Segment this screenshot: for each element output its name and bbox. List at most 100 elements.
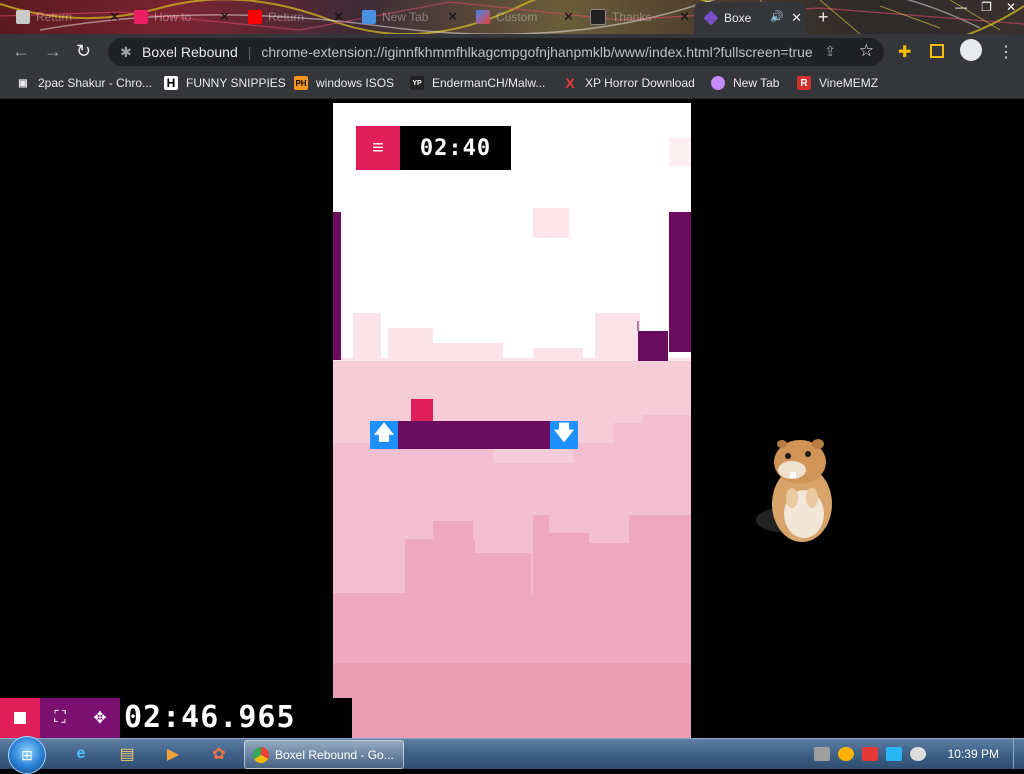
youtube-icon [248, 10, 262, 24]
taskbar-chrome-button[interactable]: Boxel Rebound - Go... [244, 740, 404, 769]
show-desktop-button[interactable] [1013, 739, 1024, 769]
x-icon: X [565, 75, 575, 91]
close-icon[interactable]: ✕ [109, 9, 120, 25]
bookmark-new-tab[interactable]: New Tab [711, 76, 779, 90]
profile-avatar-icon[interactable] [960, 39, 982, 61]
menu-button[interactable]: ≡ [356, 126, 400, 170]
tab-favicon-icon [590, 9, 606, 25]
stop-icon [14, 712, 26, 724]
speedrun-timer-bar: ⛶ ✥ 02:46.965 [0, 698, 352, 738]
tab-return-1[interactable]: Return ✕ [16, 6, 124, 28]
bookmark-label: windows ISOS [316, 76, 395, 90]
tab-label: Boxe [724, 11, 752, 25]
moving-platform [370, 421, 578, 449]
file-explorer-icon[interactable]: ▤ [114, 742, 140, 766]
tab-thanks[interactable]: Thanks ✕ [590, 6, 694, 28]
bookmark-windows-isos[interactable]: PH windows ISOS [294, 76, 394, 90]
forward-arrow-icon[interactable]: → [44, 42, 62, 60]
tray-app-icon[interactable] [813, 747, 830, 761]
tab-how-to[interactable]: How to ✕ [134, 6, 234, 28]
cloud [669, 138, 691, 166]
network-icon[interactable] [885, 747, 902, 761]
tab-favicon-icon [362, 10, 376, 24]
exit-fullscreen-button[interactable]: ✥ [80, 698, 120, 738]
close-icon[interactable]: ✕ [219, 9, 230, 25]
close-icon[interactable]: ✕ [679, 9, 690, 25]
system-tray: 10:39 PM [810, 739, 1024, 769]
tab-label: Custom [496, 10, 538, 24]
tab-label: How to [154, 10, 192, 24]
bookmark-xp-horror[interactable]: X XP Horror Download [563, 75, 695, 91]
reload-icon[interactable]: ↻ [76, 42, 91, 60]
game-canvas[interactable]: ≡ 02:40 🡅 🡇 [333, 103, 691, 738]
close-icon[interactable]: ✕ [333, 9, 344, 25]
globe-icon [711, 76, 725, 90]
exit-fullscreen-icon: ✥ [93, 710, 107, 727]
extension-puzzle-icon: ✱ [120, 44, 132, 60]
address-bar[interactable]: ✱ Boxel Rebound | chrome-extension://igi… [108, 38, 884, 66]
ph-icon: PH [294, 76, 308, 90]
back-arrow-icon[interactable]: ← [12, 42, 30, 60]
bookmark-funny-snippies[interactable]: H FUNNY SNIPPIES [164, 76, 286, 90]
minimize-icon[interactable]: — [955, 0, 967, 14]
tab-label: Return [36, 10, 73, 24]
bookmark-endermanch[interactable]: YP EndermanCH/Malw... [410, 76, 545, 90]
bookmarks-bar: ▣ 2pac Shakur - Chro... H FUNNY SNIPPIES… [0, 70, 1024, 99]
clock[interactable]: 10:39 PM [948, 747, 999, 761]
tab-boxel-rebound[interactable]: Boxe 🔊 ✕ [694, 2, 806, 34]
url-text[interactable]: chrome-extension://iginnfkhmmfhlkagcmpgo… [261, 44, 812, 60]
close-icon[interactable]: ✕ [563, 9, 574, 25]
search-icon[interactable] [837, 747, 854, 761]
tab-new-tab[interactable]: New Tab ✕ [362, 6, 462, 28]
bookmark-vinememz[interactable]: R VineMEMZ [797, 76, 878, 90]
window-controls: — ❐ ✕ [955, 0, 1016, 14]
flag-icon[interactable] [861, 747, 878, 761]
right-wall [669, 212, 691, 352]
tab-favicon-icon [16, 10, 30, 24]
hamster-image [756, 439, 832, 542]
ground [333, 663, 691, 738]
start-button[interactable]: ⊞ [8, 736, 46, 774]
taskbar: ⊞ e ▤ ▶ ✿ Boxel Rebound - Go... 10:39 PM [0, 736, 1024, 774]
tab-custom[interactable]: Custom ✕ [476, 6, 578, 28]
tab-label: Thanks [612, 10, 652, 24]
tab-label: Return [268, 10, 305, 24]
yp-icon: YP [410, 76, 424, 90]
more-menu-icon[interactable]: ⋮ [998, 42, 1014, 62]
share-icon[interactable]: ⇪ [824, 43, 836, 60]
speaker-icon[interactable]: 🔊 [770, 10, 784, 23]
speedrun-time: 02:46.965 [124, 700, 296, 735]
close-icon[interactable]: ✕ [791, 10, 802, 26]
address-separator: | [247, 44, 252, 60]
internet-explorer-icon[interactable]: e [68, 742, 94, 766]
bookmark-label: EndermanCH/Malw... [432, 76, 546, 90]
bookmark-label: FUNNY SNIPPIES [186, 76, 286, 90]
windows-logo-icon: ⊞ [21, 746, 33, 763]
close-icon[interactable]: ✕ [447, 9, 458, 25]
h-icon: H [164, 76, 178, 90]
maximize-icon[interactable]: ❐ [981, 0, 992, 14]
app-icon[interactable]: ✿ [206, 742, 232, 766]
bookmark-2pac[interactable]: ▣ 2pac Shakur - Chro... [16, 76, 152, 90]
arrow-up-icon[interactable]: 🡅 [370, 421, 398, 449]
bookmark-label: VineMEMZ [819, 76, 879, 90]
tab-strip: Return ✕ How to ✕ Return ✕ New Tab ✕ Cus… [0, 0, 1024, 34]
tab-return-2[interactable]: Return ✕ [248, 6, 348, 28]
close-window-icon[interactable]: ✕ [1006, 0, 1016, 14]
bookmark-star-icon[interactable]: ☆ [859, 41, 874, 61]
side-panel-icon[interactable] [930, 44, 944, 58]
volume-icon[interactable] [909, 747, 926, 761]
bookmark-label: XP Horror Download [585, 76, 695, 90]
fullscreen-button[interactable]: ⛶ [40, 698, 80, 738]
media-player-icon[interactable]: ▶ [160, 742, 186, 766]
chrome-icon [253, 746, 269, 763]
cloud [533, 208, 569, 238]
r-icon: R [797, 76, 811, 90]
extensions-puzzle-icon[interactable]: ✚ [898, 42, 911, 62]
arrow-down-icon[interactable]: 🡇 [550, 421, 578, 449]
bookmark-label: New Tab [733, 76, 780, 90]
boxel-favicon-icon [703, 10, 719, 26]
new-tab-button[interactable]: + [818, 7, 829, 28]
stop-button[interactable] [0, 698, 40, 738]
tab-label: New Tab [382, 10, 429, 24]
